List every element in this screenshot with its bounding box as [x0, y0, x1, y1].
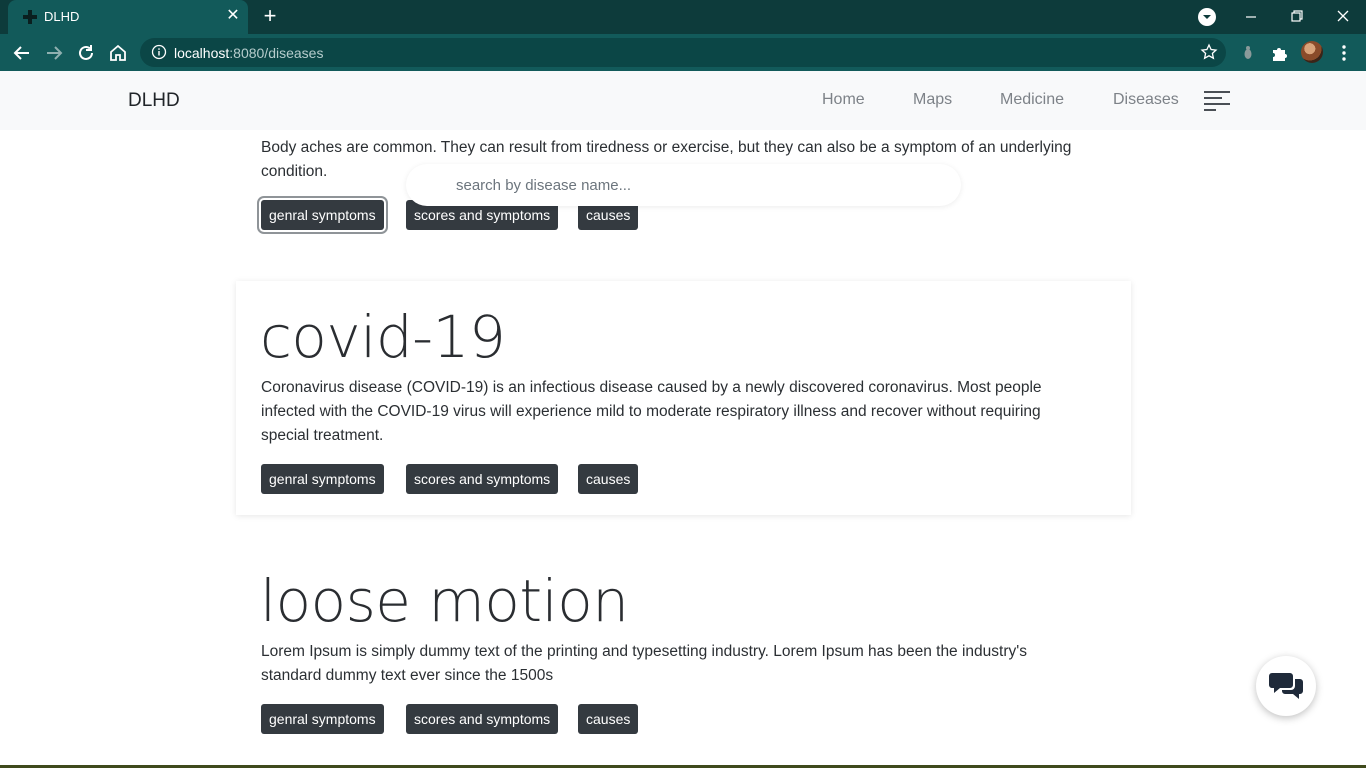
chat-bubbles-icon [1269, 673, 1303, 699]
tab-search-icon[interactable] [1198, 8, 1216, 26]
hamburger-menu-icon[interactable] [1204, 88, 1232, 114]
url-host: localhost [174, 45, 230, 61]
causes-button[interactable]: causes [578, 704, 639, 734]
minimize-icon[interactable] [1238, 5, 1264, 29]
causes-button[interactable]: causes [578, 464, 639, 494]
address-bar[interactable]: localhost:8080/diseases [140, 38, 1226, 67]
nav-link-diseases[interactable]: Diseases [1113, 91, 1179, 109]
disease-search-input[interactable] [456, 174, 936, 196]
site-navbar: DLHD Home Maps Medicine Diseases [0, 71, 1366, 130]
profile-avatar[interactable] [1301, 41, 1323, 63]
url-text: localhost:8080/diseases [174, 45, 323, 61]
forward-icon[interactable] [41, 40, 67, 66]
extension-icon[interactable] [1237, 42, 1259, 64]
tab-title: DLHD [44, 9, 80, 24]
disease-title: covid-19 [260, 303, 506, 371]
general-symptoms-button[interactable]: genral symptoms [261, 200, 384, 230]
nav-link-home[interactable]: Home [822, 91, 865, 109]
restore-icon[interactable] [1284, 5, 1310, 29]
scores-and-symptoms-button[interactable]: scores and symptoms [406, 464, 559, 494]
disease-card-loose-motion: loose motion Lorem Ipsum is simply dummy… [236, 545, 1131, 768]
disease-description: Coronavirus disease (COVID-19) is an inf… [261, 379, 1042, 444]
tab-close-icon[interactable]: ✕ [224, 7, 242, 25]
nav-link-medicine[interactable]: Medicine [1000, 91, 1064, 109]
bookmark-star-icon[interactable] [1200, 43, 1218, 61]
dlhd-favicon-icon [23, 10, 37, 24]
close-window-icon[interactable] [1330, 5, 1356, 29]
diseases-list: Body aches are common. They can result f… [0, 130, 1366, 768]
home-icon[interactable] [105, 40, 131, 66]
back-icon[interactable] [9, 40, 35, 66]
disease-card-covid-19: covid-19 Coronavirus disease (COVID-19) … [236, 281, 1131, 515]
site-brand[interactable]: DLHD [128, 90, 180, 112]
browser-toolbar: localhost:8080/diseases [0, 34, 1366, 71]
scores-and-symptoms-button[interactable]: scores and symptoms [406, 704, 559, 734]
browser-tab[interactable]: DLHD ✕ [8, 0, 248, 34]
disease-search-box [406, 164, 961, 206]
browser-menu-icon[interactable] [1333, 42, 1355, 64]
site-info-icon[interactable] [151, 44, 167, 60]
url-path: :8080/diseases [229, 45, 324, 61]
disease-description: Lorem Ipsum is simply dummy text of the … [261, 643, 1027, 684]
reload-icon[interactable] [73, 40, 99, 66]
chat-button[interactable] [1256, 656, 1316, 716]
disease-title: loose motion [260, 567, 629, 635]
general-symptoms-button[interactable]: genral symptoms [261, 704, 384, 734]
browser-tab-strip: DLHD ✕ + [0, 0, 1366, 34]
new-tab-icon[interactable]: + [259, 5, 281, 28]
general-symptoms-button[interactable]: genral symptoms [261, 464, 384, 494]
nav-link-maps[interactable]: Maps [913, 91, 952, 109]
puzzle-extensions-icon[interactable] [1269, 42, 1291, 64]
